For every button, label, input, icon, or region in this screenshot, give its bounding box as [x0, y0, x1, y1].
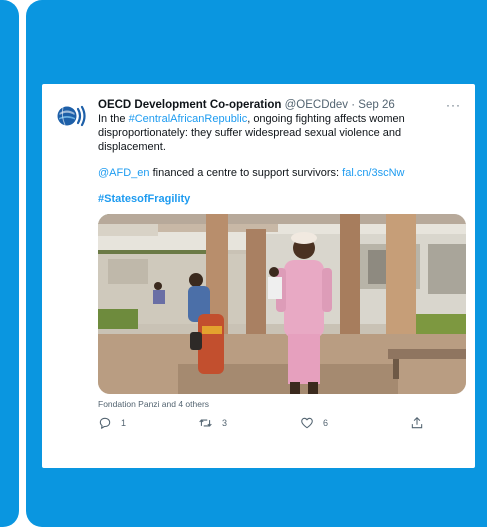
like-button[interactable]: 6 [300, 416, 328, 430]
author-handle[interactable]: @OECDdev [285, 99, 348, 111]
tweet-link[interactable]: fal.cn/3scNw [342, 167, 404, 179]
tweet-card[interactable]: ··· OECD Development Co-operation @OECDd… [42, 84, 475, 468]
hashtag-states-of-fragility[interactable]: #StatesofFragility [98, 192, 466, 206]
tagged-users[interactable]: Fondation Panzi and 4 others [98, 399, 466, 410]
like-icon [301, 417, 313, 429]
tweet-date[interactable]: Sep 26 [358, 99, 394, 111]
retweet-count: 3 [222, 418, 228, 428]
tweet-text-second: @AFD_en financed a centre to support sur… [98, 166, 466, 180]
tweet-actions: 1 3 6 [98, 416, 466, 436]
mention-afd[interactable]: @AFD_en [98, 167, 150, 179]
tweet-content: OECD Development Co-operation @OECDdev ·… [98, 98, 466, 436]
tweet-header: OECD Development Co-operation @OECDdev ·… [98, 98, 466, 112]
reply-count: 1 [121, 418, 127, 428]
tweet-text: In the #CentralAfricanRepublic, ongoing … [98, 112, 466, 154]
share-icon [411, 417, 423, 429]
tweet-text-part1: In the [98, 113, 129, 125]
like-count: 6 [323, 418, 329, 428]
hashtag-central-african-republic[interactable]: #CentralAfricanRepublic [129, 113, 248, 125]
tweet-photo[interactable] [98, 214, 466, 394]
reply-button[interactable]: 1 [98, 416, 126, 430]
left-blue-panel [0, 0, 19, 527]
author-name[interactable]: OECD Development Co-operation [98, 99, 281, 111]
header-separator: · [348, 99, 359, 111]
tweet-text-part3: financed a centre to support survivors: [149, 167, 343, 179]
retweet-button[interactable]: 3 [198, 416, 227, 430]
retweet-icon [199, 419, 212, 427]
share-button[interactable] [410, 416, 433, 430]
reply-icon [99, 417, 111, 429]
oecd-logo-icon[interactable] [56, 102, 88, 130]
